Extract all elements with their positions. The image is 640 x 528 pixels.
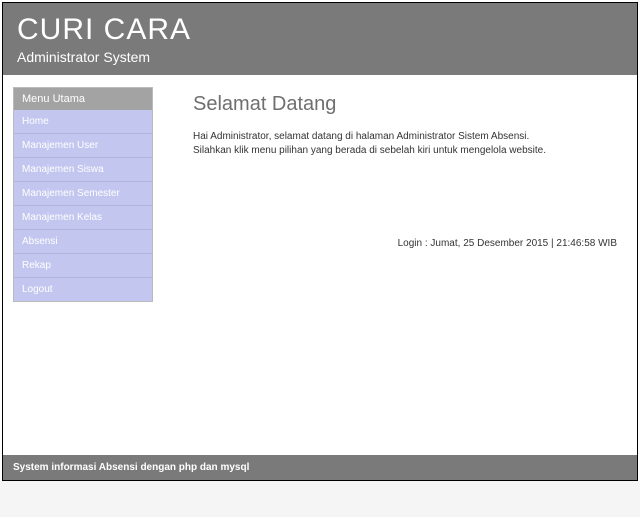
sidebar-item-home[interactable]: Home [14, 110, 152, 134]
welcome-line-2: Silahkan klik menu pilihan yang berada d… [193, 144, 617, 158]
sidebar-item-manajemen-semester[interactable]: Manajemen Semester [14, 182, 152, 206]
login-label: Login : [398, 238, 428, 249]
welcome-line-1: Hai Administrator, selamat datang di hal… [193, 130, 617, 144]
menu-title: Menu Utama [14, 88, 152, 110]
sidebar: Menu Utama Home Manajemen User Manajemen… [3, 75, 153, 455]
footer-text: System informasi Absensi dengan php dan … [13, 462, 249, 473]
page-bottom-spacer [0, 481, 640, 517]
page-title: Selamat Datang [193, 93, 617, 116]
sidebar-item-absensi[interactable]: Absensi [14, 230, 152, 254]
sidebar-item-manajemen-kelas[interactable]: Manajemen Kelas [14, 206, 152, 230]
menu-box: Menu Utama Home Manajemen User Manajemen… [13, 87, 153, 302]
menu-items: Home Manajemen User Manajemen Siswa Mana… [14, 110, 152, 301]
header: CURI CARA Administrator System [3, 3, 637, 75]
main-content: Selamat Datang Hai Administrator, selama… [153, 75, 637, 455]
login-info: Login : Jumat, 25 Desember 2015 | 21:46:… [193, 238, 617, 249]
app-window: CURI CARA Administrator System Menu Utam… [2, 2, 638, 481]
sidebar-item-rekap[interactable]: Rekap [14, 254, 152, 278]
brand-subtitle: Administrator System [17, 49, 623, 65]
body: Menu Utama Home Manajemen User Manajemen… [3, 75, 637, 455]
footer: System informasi Absensi dengan php dan … [3, 455, 637, 480]
sidebar-item-manajemen-siswa[interactable]: Manajemen Siswa [14, 158, 152, 182]
login-timestamp: Jumat, 25 Desember 2015 | 21:46:58 WIB [430, 238, 617, 249]
sidebar-item-manajemen-user[interactable]: Manajemen User [14, 134, 152, 158]
brand-title: CURI CARA [17, 13, 623, 47]
sidebar-item-logout[interactable]: Logout [14, 278, 152, 301]
